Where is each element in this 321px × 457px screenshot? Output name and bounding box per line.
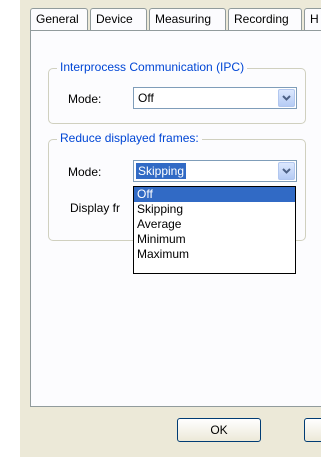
option-off[interactable]: Off bbox=[134, 187, 295, 202]
tab-partial[interactable]: H bbox=[304, 8, 321, 30]
option-skipping[interactable]: Skipping bbox=[134, 202, 295, 217]
reduce-mode-dropdown-list: Off Skipping Average Minimum Maximum bbox=[133, 186, 296, 274]
display-frames-label: Display fr bbox=[70, 201, 121, 215]
reduce-mode-select[interactable]: Skipping bbox=[133, 160, 297, 182]
option-average[interactable]: Average bbox=[134, 217, 295, 232]
tab-strip: General Device Measuring Recording H bbox=[20, 0, 321, 34]
option-maximum[interactable]: Maximum bbox=[134, 247, 295, 262]
partial-button[interactable] bbox=[304, 418, 321, 442]
tab-device[interactable]: Device bbox=[90, 8, 147, 30]
tab-recording[interactable]: Recording bbox=[228, 8, 302, 30]
chevron-down-icon[interactable] bbox=[278, 162, 295, 180]
reduce-mode-label: Mode: bbox=[68, 165, 102, 179]
ipc-mode-label: Mode: bbox=[68, 92, 102, 106]
tab-measuring[interactable]: Measuring bbox=[149, 8, 226, 30]
ipc-mode-value: Off bbox=[138, 91, 154, 105]
reduce-mode-value: Skipping bbox=[136, 163, 187, 179]
ipc-group-title: Interprocess Communication (IPC) bbox=[57, 60, 248, 74]
ipc-mode-select[interactable]: Off bbox=[133, 87, 297, 109]
ok-button[interactable]: OK bbox=[177, 418, 261, 442]
chevron-down-icon[interactable] bbox=[278, 89, 295, 107]
option-minimum[interactable]: Minimum bbox=[134, 232, 295, 247]
tab-general[interactable]: General bbox=[30, 8, 88, 30]
reduce-frames-group-title: Reduce displayed frames: bbox=[57, 131, 202, 145]
